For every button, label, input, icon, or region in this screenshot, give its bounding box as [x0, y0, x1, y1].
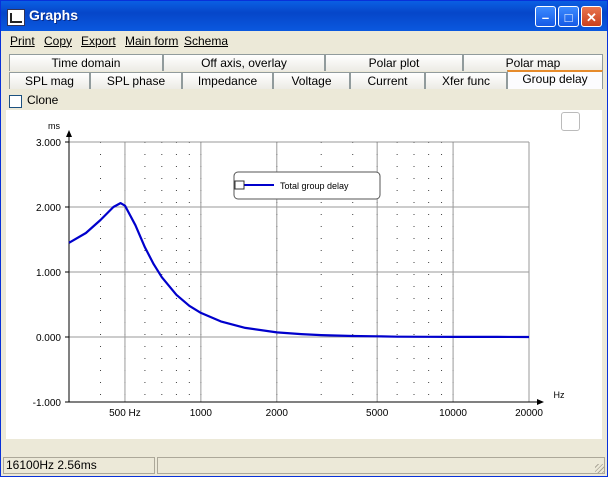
- menu-main-form[interactable]: Main form: [125, 34, 178, 48]
- status-readout: 16100Hz 2.56ms: [3, 457, 155, 474]
- menu-bar: Print Copy Export Main form Schema: [1, 31, 607, 51]
- clone-checkbox[interactable]: [9, 95, 22, 108]
- tab-current[interactable]: Current: [350, 72, 425, 89]
- x-tick-label: 1000: [190, 408, 213, 419]
- tab-xfer-func[interactable]: Xfer func: [425, 72, 507, 89]
- group-delay-chart[interactable]: 3.000 2.000 1.000 0.000 -1.000 500 Hz 1000 2000…: [6, 110, 602, 439]
- tab-voltage[interactable]: Voltage: [273, 72, 350, 89]
- tab-time-domain[interactable]: Time domain: [9, 54, 163, 71]
- status-bar: 16100Hz 2.56ms: [3, 456, 607, 476]
- y-tick-label: 1.000: [36, 268, 61, 279]
- chart-legend[interactable]: Total group delay: [233, 171, 381, 200]
- y-tick-label: -1.000: [33, 398, 62, 409]
- y-tick-label: 3.000: [36, 138, 61, 149]
- x-tick-label: 20000: [515, 408, 543, 419]
- menu-schema[interactable]: Schema: [184, 34, 228, 48]
- x-tick-label: 10000: [439, 408, 467, 419]
- plot-options-button[interactable]: [561, 112, 580, 131]
- tab-spl-mag[interactable]: SPL mag: [9, 72, 90, 89]
- close-icon: ✕: [586, 10, 597, 25]
- legend-label: Total group delay: [280, 181, 349, 191]
- x-tick-label: 2000: [266, 408, 289, 419]
- plot-area[interactable]: 3.000 2.000 1.000 0.000 -1.000 500 Hz 1000 2000…: [6, 110, 602, 439]
- y-axis-arrow: [66, 130, 72, 137]
- tab-off-axis-overlay[interactable]: Off axis, overlay: [163, 54, 325, 71]
- tab-spl-phase[interactable]: SPL phase: [90, 72, 182, 89]
- series-line-total-group-delay: [68, 201, 530, 339]
- menu-copy[interactable]: Copy: [44, 34, 72, 48]
- menu-export[interactable]: Export: [81, 34, 116, 48]
- status-pane-empty: [157, 457, 605, 474]
- tab-group-delay[interactable]: Group delay: [507, 70, 603, 89]
- close-button[interactable]: ✕: [581, 6, 602, 27]
- tab-polar-map[interactable]: Polar map: [463, 54, 603, 71]
- maximize-icon: □: [564, 10, 573, 25]
- minimize-icon: –: [541, 10, 550, 25]
- minimize-button[interactable]: –: [535, 6, 556, 27]
- y-tick-label: 2.000: [36, 203, 61, 214]
- tab-impedance[interactable]: Impedance: [182, 72, 273, 89]
- graph-app-icon: [7, 9, 25, 26]
- menu-print[interactable]: Print: [10, 34, 35, 48]
- chart-series: [68, 201, 530, 339]
- x-axis-label: Hz: [554, 390, 565, 400]
- chart-axes: 3.000 2.000 1.000 0.000 -1.000 500 Hz 1000 2000…: [33, 121, 565, 419]
- legend-checkbox: [234, 180, 245, 190]
- graphs-window: Graphs – □ ✕ Print Copy Export Main form…: [0, 0, 608, 477]
- clone-label: Clone: [27, 93, 59, 107]
- y-tick-label: 0.000: [36, 333, 61, 344]
- x-tick-label: 5000: [366, 408, 389, 419]
- maximize-button[interactable]: □: [558, 6, 579, 27]
- resize-grip[interactable]: [595, 464, 605, 474]
- y-axis-label: ms: [48, 121, 60, 131]
- x-tick-label: 500 Hz: [109, 408, 141, 419]
- title-bar[interactable]: Graphs – □ ✕: [1, 1, 607, 31]
- tab-polar-plot[interactable]: Polar plot: [325, 54, 463, 71]
- window-title: Graphs: [29, 7, 79, 23]
- x-axis-arrow: [537, 399, 544, 405]
